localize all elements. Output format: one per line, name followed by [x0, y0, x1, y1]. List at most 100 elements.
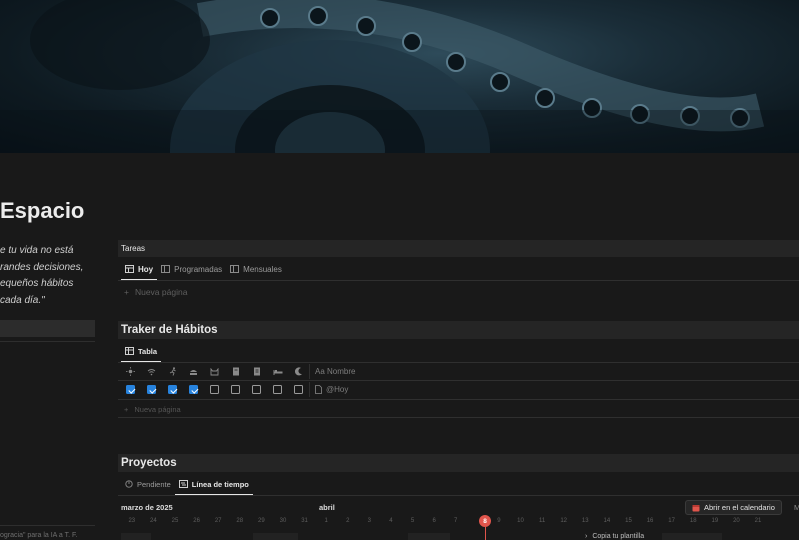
- button-label: Abrir en el calendario: [704, 503, 775, 512]
- timeline-item[interactable]: › Copia tu plantilla: [585, 533, 644, 540]
- page-quote: e tu vida no está randes decisiones, equ…: [0, 243, 100, 309]
- row-name: @Hoy: [326, 385, 349, 394]
- day-label: 3: [367, 518, 371, 524]
- habitos-header[interactable]: Traker de Hábitos: [118, 321, 799, 339]
- timeline-month: marzo de 2025: [121, 503, 173, 512]
- tab-mensuales[interactable]: Mensuales: [226, 260, 286, 278]
- day-label: 13: [581, 518, 589, 524]
- cat-icon[interactable]: [204, 367, 225, 376]
- day-label: 17: [668, 518, 675, 524]
- sun-icon[interactable]: [120, 367, 141, 376]
- tareas-new-page[interactable]: + Nueva página: [124, 287, 187, 297]
- book-icon[interactable]: [225, 367, 246, 376]
- habit-table-header: Aa Nombre: [120, 364, 355, 379]
- quote-line: e tu vida no está: [0, 245, 74, 256]
- habit-checkbox[interactable]: [147, 385, 156, 394]
- tab-linea-de-tiempo[interactable]: Línea de tiempo: [174, 475, 253, 495]
- quote-line: cada día.": [0, 294, 45, 306]
- day-label: 26: [193, 518, 200, 524]
- day-label: 25: [171, 518, 179, 524]
- divider: [118, 362, 799, 363]
- day-label: 9: [497, 518, 501, 524]
- divider: [118, 417, 799, 418]
- tab-label: Hoy: [138, 264, 154, 274]
- day-label: 19: [711, 518, 719, 524]
- tab-hoy[interactable]: Hoy: [121, 260, 158, 280]
- calendar-icon: [692, 504, 700, 511]
- habit-checkbox[interactable]: [252, 385, 261, 394]
- divider: [0, 341, 95, 342]
- day-label: 2: [346, 518, 350, 524]
- plus-icon: +: [124, 287, 129, 297]
- habit-checkbox[interactable]: [273, 385, 282, 394]
- day-label: 6: [432, 518, 436, 524]
- day-label: 15: [625, 518, 632, 524]
- page-title: Espacio: [0, 198, 85, 223]
- open-calendar-button[interactable]: Abrir en el calendario: [685, 500, 782, 515]
- row-name-cell[interactable]: @Hoy: [315, 385, 348, 394]
- table-icon: [161, 265, 171, 273]
- day-label: 23: [128, 518, 136, 524]
- day-label: 18: [689, 518, 697, 524]
- timeline-icon: [178, 480, 188, 488]
- day-label: 14: [603, 518, 611, 524]
- today-marker: 8: [479, 515, 491, 527]
- table-icon: [125, 265, 134, 273]
- habit-checkbox[interactable]: [189, 385, 198, 394]
- tab-label: Programadas: [174, 264, 223, 274]
- divider: [118, 495, 799, 496]
- day-label: 20: [733, 518, 740, 524]
- footer-text: ogracia" para la IA a T. F.: [0, 532, 78, 539]
- run-icon[interactable]: [162, 367, 183, 376]
- day-label: 30: [279, 518, 287, 524]
- circle-icon: [125, 480, 133, 488]
- habit-checkbox[interactable]: [210, 385, 219, 394]
- overflow-label: M: [794, 503, 799, 512]
- divider: [309, 364, 310, 379]
- day-label: 10: [517, 518, 524, 524]
- tab-tabla[interactable]: Tabla: [121, 342, 162, 362]
- habit-checkbox[interactable]: [168, 385, 177, 394]
- left-section-header: [0, 320, 95, 337]
- table-row: @Hoy: [120, 381, 348, 398]
- day-label: 5: [410, 518, 415, 524]
- day-label: 24: [150, 518, 157, 524]
- tab-pendiente[interactable]: Pendiente: [121, 475, 175, 493]
- proyectos-tabs: Pendiente Línea de tiempo: [121, 475, 253, 495]
- moon-icon[interactable]: [288, 367, 309, 376]
- habit-checkbox[interactable]: [294, 385, 303, 394]
- tareas-header[interactable]: Tareas: [118, 240, 799, 257]
- bed-icon[interactable]: [267, 368, 288, 375]
- new-page-label: Nueva página: [134, 287, 188, 297]
- lunch-icon[interactable]: [183, 368, 204, 376]
- proyectos-header[interactable]: Proyectos: [118, 454, 799, 472]
- habitos-new-page[interactable]: + Nueva página: [124, 405, 181, 414]
- plus-icon: +: [124, 405, 129, 414]
- habit-checkbox[interactable]: [126, 385, 135, 394]
- tab-label: Línea de tiempo: [191, 479, 249, 489]
- day-label: 16: [646, 518, 654, 524]
- day-label: 28: [236, 518, 244, 524]
- day-label: 4: [389, 518, 393, 524]
- day-label: 11: [538, 518, 546, 524]
- tareas-tabs: Hoy Programadas Mensuales: [121, 260, 286, 280]
- wifi-icon[interactable]: [141, 368, 162, 376]
- tab-label: Pendiente: [137, 479, 171, 489]
- new-page-label: Nueva página: [134, 405, 181, 414]
- quote-line: equeños hábitos: [0, 278, 74, 289]
- timeline-days: 23 24 25 26 27 28 29 30 31 1 2 3 4 5 6 7…: [121, 518, 769, 524]
- habit-checkbox[interactable]: [231, 385, 240, 394]
- table-icon: [230, 265, 240, 273]
- cover-image: [0, 0, 799, 153]
- table-icon: [125, 347, 134, 355]
- chevron-right-icon: ›: [585, 533, 588, 540]
- day-label: 7: [454, 518, 458, 524]
- divider: [118, 280, 799, 281]
- doc-icon[interactable]: [246, 367, 267, 376]
- day-label: 21: [754, 518, 762, 524]
- quote-line: randes decisiones,: [0, 261, 84, 273]
- tab-programadas[interactable]: Programadas: [157, 260, 226, 278]
- tareas-title: Tareas: [121, 244, 146, 253]
- name-column-header[interactable]: Aa Nombre: [315, 367, 355, 376]
- today-line: [485, 527, 486, 540]
